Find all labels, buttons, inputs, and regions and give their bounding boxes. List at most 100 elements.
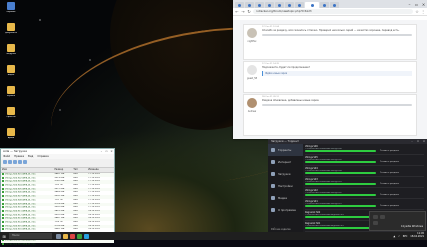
forum-post: Andrew 18-Окт-21 09:12 Раздача обновлена… — [243, 94, 417, 136]
notification-popup[interactable]: Служба Windows — [369, 211, 426, 231]
desktop-icon[interactable]: Документы — [2, 23, 20, 39]
clock[interactable]: 11:45 18.10.2021 — [410, 232, 424, 239]
close-icon[interactable]: × — [420, 0, 427, 8]
column-size[interactable]: Размер — [54, 168, 73, 172]
notification-button[interactable] — [380, 215, 385, 219]
browser-tab[interactable] — [330, 2, 339, 8]
notification-button[interactable] — [373, 221, 378, 225]
browser-tab[interactable] — [245, 2, 254, 8]
task-view-icon[interactable] — [56, 233, 61, 239]
volume-icon[interactable]: ♪ — [398, 235, 400, 238]
close-icon[interactable]: × — [109, 149, 114, 154]
progress-fill — [305, 194, 377, 196]
menu-edit[interactable]: Правка — [14, 154, 24, 159]
favicon-icon — [310, 3, 314, 7]
torrent-item[interactable]: Vikings S02 C:\Users\Public\Downloads\Vik… — [305, 188, 424, 199]
browser-tab[interactable] — [275, 2, 284, 8]
desktop-icon[interactable]: Музыка — [2, 86, 20, 102]
maximize-icon[interactable]: ▫ — [413, 0, 420, 8]
back-icon[interactable]: ← — [235, 9, 239, 14]
post-author[interactable]: nightfox — [245, 40, 259, 43]
toolbar-icon[interactable] — [3, 160, 7, 164]
table-row[interactable]: Vikings.S06.E20.WEB-DL.mkv 1,03 ГБ mkv 18.1… — [1, 243, 114, 247]
menu-file[interactable]: Файл — [3, 154, 10, 159]
browser-tab[interactable] — [265, 2, 274, 8]
avatar — [247, 65, 257, 75]
progress-bar — [305, 227, 377, 229]
tab-bar: – ▫ × — [233, 0, 427, 8]
column-name[interactable]: Имя — [1, 168, 54, 172]
address-bar-row: ← → ↻ rutracker.org/forum/viewtopic.php?… — [233, 8, 427, 16]
messenger-icon[interactable] — [84, 233, 89, 239]
star-icon[interactable]: ☆ — [415, 9, 419, 14]
browser-tab[interactable] — [285, 2, 294, 8]
browser-tab[interactable] — [235, 2, 244, 8]
toolbar-icon[interactable] — [23, 160, 27, 164]
notification-button[interactable] — [373, 215, 378, 219]
sidebar-item[interactable]: Медиа — [268, 192, 303, 204]
forward-icon[interactable]: → — [241, 9, 245, 14]
folder-icon — [7, 86, 15, 94]
torrent-status: Готово к раздаче — [379, 182, 399, 185]
folder-icon — [7, 23, 15, 31]
menu-view[interactable]: Вид — [28, 154, 33, 159]
sidebar-item[interactable]: Загрузки — [268, 168, 303, 180]
browser-tab-active[interactable] — [305, 2, 319, 8]
favicon-icon — [258, 3, 261, 7]
signature-line — [262, 104, 412, 106]
torrent-app-icon[interactable] — [77, 233, 82, 239]
avatar — [247, 98, 257, 108]
browser-tab[interactable] — [255, 2, 264, 8]
address-bar[interactable]: rutracker.org/forum/viewtopic.php?t=6123 — [253, 9, 413, 14]
browser-tab[interactable] — [320, 2, 329, 8]
desktop-icon[interactable]: Архив — [2, 128, 20, 144]
language-indicator[interactable]: РУС — [403, 235, 408, 238]
nav-icon — [271, 148, 275, 152]
window-controls: – ▫ × — [99, 149, 114, 154]
post-author[interactable]: guest_58 — [245, 77, 259, 80]
desktop-icon[interactable]: Проекты — [2, 107, 20, 123]
toolbar-icon[interactable] — [8, 160, 12, 164]
column-type[interactable]: Тип — [72, 168, 87, 172]
favicon-icon — [288, 3, 291, 7]
column-modified[interactable]: Изменён — [87, 168, 114, 172]
sidebar-item-label: Торренты — [278, 148, 292, 152]
browser-icon[interactable] — [70, 233, 75, 239]
minimize-icon[interactable]: – — [406, 0, 413, 8]
menu-help[interactable]: Справка — [37, 154, 48, 159]
torrent-status: Готово к раздаче — [379, 160, 399, 163]
menu-icon[interactable]: ⋮ — [421, 9, 425, 14]
post-author[interactable]: Andrew — [245, 110, 259, 113]
forum-post: nightfox 17-Окт-21 12:04 Спасибо за разд… — [243, 24, 417, 60]
progress-fill — [305, 161, 377, 163]
desktop-icon[interactable]: Корзина — [2, 2, 20, 18]
torrent-item[interactable]: Vikings S06 C:\Users\Public\Downloads\Vik… — [305, 144, 424, 155]
sidebar-item[interactable]: Настройки — [268, 180, 303, 192]
torrent-item[interactable]: Vikings S05 C:\Users\Public\Downloads\Vik… — [305, 155, 424, 166]
forum-post: guest_58 17-Окт-21 14:39 Подскажите, буд… — [243, 61, 417, 93]
progress-bar — [305, 161, 377, 163]
sidebar-item[interactable]: Торренты — [268, 144, 303, 156]
post-body: Спасибо за раздачу, всё скачалось отличн… — [262, 29, 400, 32]
torrent-item[interactable]: Vikings S01 C:\Users\Public\Downloads\Vik… — [305, 199, 424, 210]
taskbar-search[interactable]: Поиск — [9, 233, 52, 239]
progress-fill — [305, 205, 377, 207]
progress-bar — [305, 216, 377, 218]
network-icon[interactable]: ▲ — [393, 235, 395, 238]
toolbar-icon[interactable] — [18, 160, 22, 164]
taskbar-apps — [56, 233, 89, 239]
sidebar-item[interactable]: О программе — [268, 204, 303, 216]
torrent-item[interactable]: Vikings S04 C:\Users\Public\Downloads\Vik… — [305, 166, 424, 177]
sidebar-item[interactable]: Интернет — [268, 156, 303, 168]
desktop-icon[interactable]: Видео — [2, 65, 20, 81]
progress-fill — [305, 172, 377, 174]
torrent-item[interactable]: Vikings S03 C:\Users\Public\Downloads\Vik… — [305, 177, 424, 188]
browser-tab[interactable] — [295, 2, 304, 8]
folder-icon — [7, 44, 15, 52]
file-explorer-icon[interactable] — [63, 233, 68, 239]
start-button[interactable]: ⊞ — [0, 232, 8, 240]
desktop-icon[interactable]: Загрузки — [2, 44, 20, 60]
reload-icon[interactable]: ↻ — [247, 9, 251, 14]
post-quote: Ждём новые серии — [262, 71, 412, 77]
toolbar-icon[interactable] — [13, 160, 17, 164]
